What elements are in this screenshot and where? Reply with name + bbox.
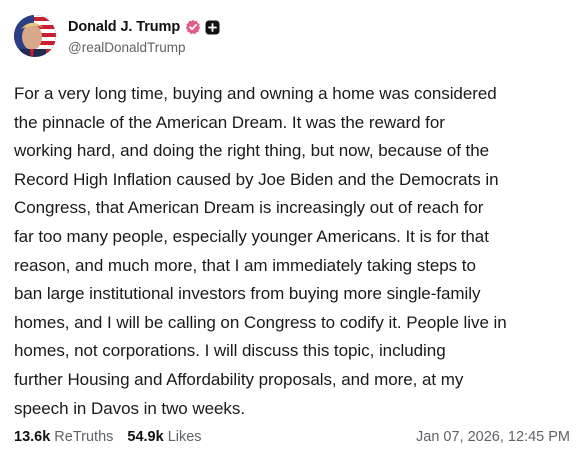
post-header: Donald J. Trump @realDonaldTrump: [14, 14, 220, 58]
handle[interactable]: @realDonaldTrump: [68, 40, 220, 55]
retruths-count: 13.6k: [14, 429, 51, 445]
post-footer: 13.6k ReTruths 54.9k Likes Jan 07, 2026,…: [14, 426, 570, 448]
post-card: Donald J. Trump @realDonaldTrump For a v…: [0, 0, 578, 458]
likes-label: Likes: [167, 429, 202, 445]
author-info: Donald J. Trump @realDonaldTrump: [68, 17, 220, 55]
post-timestamp[interactable]: Jan 07, 2026, 12:45 PM: [416, 429, 570, 445]
likes-stat[interactable]: 54.9k Likes: [127, 429, 201, 445]
name-row: Donald J. Trump: [68, 17, 220, 37]
retruths-label: ReTruths: [54, 429, 114, 445]
avatar[interactable]: [14, 15, 56, 57]
retruths-stat[interactable]: 13.6k ReTruths: [14, 429, 113, 445]
verified-badge-icon: [185, 19, 201, 35]
display-name[interactable]: Donald J. Trump: [68, 19, 180, 35]
plus-badge-icon: [205, 20, 220, 35]
post-text: For a very long time, buying and owning …: [14, 84, 507, 418]
avatar-image: [14, 15, 56, 57]
likes-count: 54.9k: [127, 429, 164, 445]
